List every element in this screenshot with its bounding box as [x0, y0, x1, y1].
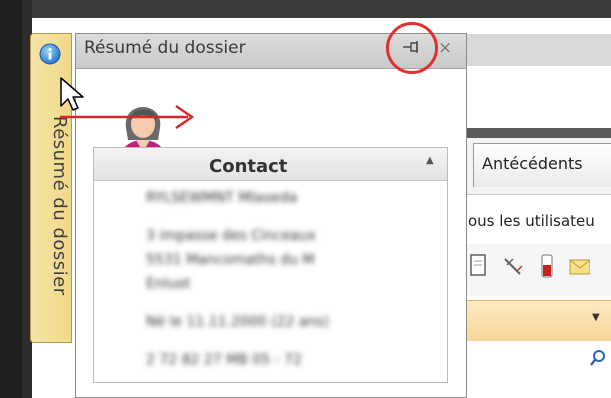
background-app-titlebar — [0, 0, 611, 18]
document-icon[interactable] — [468, 252, 490, 280]
tab-antecedents[interactable]: Antécédents — [473, 143, 611, 187]
background-strip — [465, 300, 611, 341]
contact-birthdate: Né le 11.11.2000 (22 ans) — [146, 314, 330, 330]
background-window-titlebar — [465, 34, 611, 67]
background-window-separator — [465, 128, 611, 138]
contact-section-title: Contact — [209, 156, 288, 177]
collapse-icon[interactable]: ▲ — [426, 155, 434, 166]
envelope-icon[interactable] — [568, 252, 590, 280]
vial-icon[interactable] — [536, 252, 558, 280]
search-icon[interactable] — [588, 348, 608, 368]
panel-title: Résumé du dossier — [84, 38, 246, 58]
tab-antecedents-label: Antécédents — [482, 154, 583, 173]
contact-address-line-2: 5531 Mancomaths du M — [146, 252, 315, 268]
info-icon — [39, 43, 61, 65]
strip-dropdown-arrow-icon[interactable]: ▼ — [592, 312, 600, 323]
pin-highlight-annotation — [386, 22, 438, 74]
contact-address-line-3: Enluot — [146, 276, 191, 292]
contact-address-line-1: 3 impasse des Cinceaux — [146, 228, 316, 244]
mouse-cursor-icon — [60, 77, 84, 111]
contact-phone: 2 72 82 27 MB 05 - 72 — [146, 352, 302, 368]
syringe-icon[interactable] — [502, 252, 524, 280]
contact-name: RYLSEWMNT Mlaoeda — [146, 190, 298, 206]
users-filter-text[interactable]: ous les utilisateu — [468, 212, 595, 230]
background-app-frame — [0, 0, 22, 398]
close-icon[interactable]: × — [438, 38, 452, 58]
